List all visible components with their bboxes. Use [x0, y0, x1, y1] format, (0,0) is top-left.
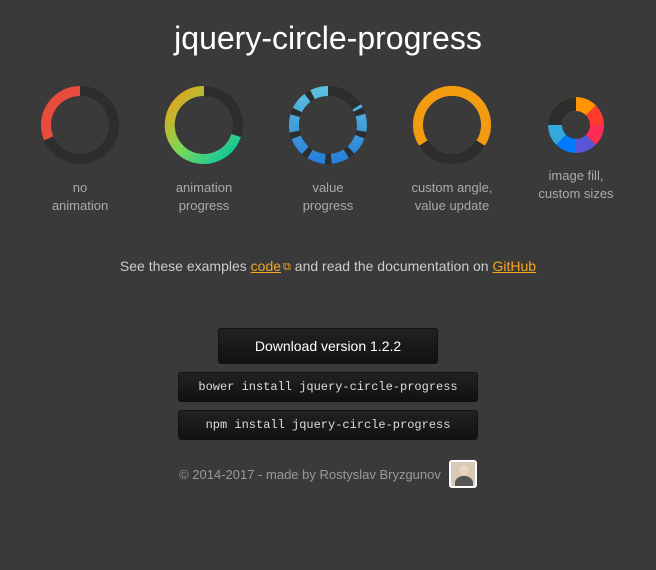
- info-line: See these examples code⧉ and read the do…: [0, 258, 656, 274]
- download-button[interactable]: Download version 1.2.2: [218, 328, 438, 364]
- example-value-progress[interactable]: value progress: [278, 85, 378, 214]
- footer: © 2014-2017 - made by Rostyslav Bryzguno…: [0, 460, 656, 488]
- github-link[interactable]: GitHub: [492, 258, 536, 274]
- example-no-animation[interactable]: no animation: [30, 85, 130, 214]
- code-link[interactable]: code⧉: [251, 258, 291, 274]
- progress-ring-orange: [412, 85, 492, 165]
- progress-ring-red: [40, 85, 120, 165]
- example-custom-angle[interactable]: custom angle, value update: [402, 85, 502, 214]
- example-caption: no animation: [52, 179, 108, 214]
- example-animation-progress[interactable]: animation progress: [154, 85, 254, 214]
- npm-install-button[interactable]: npm install jquery-circle-progress: [178, 410, 478, 440]
- progress-ring-green: [164, 85, 244, 165]
- example-caption: value progress: [303, 179, 354, 214]
- examples-row: no animation animation progress: [0, 85, 656, 214]
- example-caption: image fill, custom sizes: [538, 167, 613, 202]
- footer-text: © 2014-2017 - made by Rostyslav Bryzguno…: [179, 467, 441, 482]
- example-caption: custom angle, value update: [412, 179, 493, 214]
- example-caption: animation progress: [176, 179, 232, 214]
- progress-ring-blue: [288, 85, 368, 165]
- example-image-fill[interactable]: image fill, custom sizes: [526, 85, 626, 214]
- author-avatar[interactable]: [449, 460, 477, 488]
- progress-ring-rainbow: [548, 97, 604, 153]
- buttons-group: Download version 1.2.2 bower install jqu…: [0, 328, 656, 440]
- info-prefix: See these examples: [120, 258, 251, 274]
- external-link-icon: ⧉: [283, 261, 291, 274]
- page-title: jquery-circle-progress: [0, 0, 656, 85]
- info-middle: and read the documentation on: [291, 258, 493, 274]
- bower-install-button[interactable]: bower install jquery-circle-progress: [178, 372, 478, 402]
